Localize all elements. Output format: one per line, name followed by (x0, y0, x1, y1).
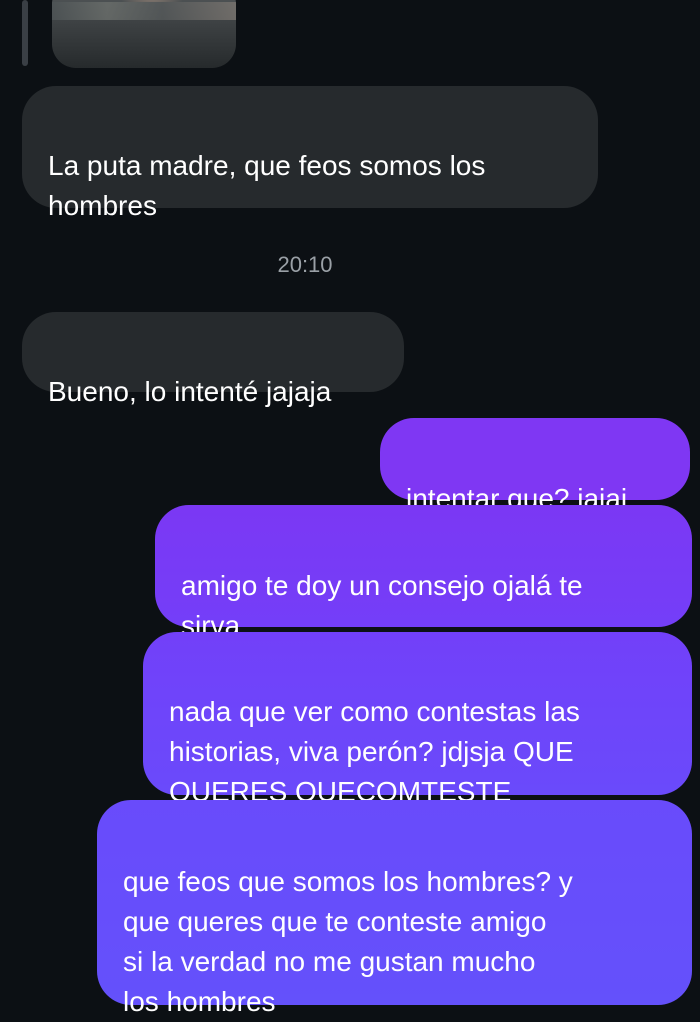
message-text: Bueno, lo intenté jajaja (48, 376, 332, 407)
message-bubble-sent[interactable]: intentar que? jajaj (380, 418, 690, 514)
message-text: amigo te doy un consejo ojalá te sirva (181, 570, 583, 641)
message-text: que feos que somos los hombres? y que qu… (123, 866, 573, 1017)
shared-story-image[interactable] (52, 0, 236, 68)
message-timestamp: 20:10 (277, 252, 333, 277)
message-bubble-received[interactable]: Bueno, lo intenté jajaja (22, 312, 404, 407)
message-text: nada que ver como contestas las historia… (169, 696, 580, 807)
message-bubble-sent[interactable]: nada que ver como contestas las historia… (143, 632, 692, 807)
message-bubble-received[interactable]: La puta madre, que feos somos los hombre… (22, 86, 598, 221)
message-bubble-sent[interactable]: que feos que somos los hombres? y que qu… (97, 800, 692, 1017)
message-bubble-sent[interactable]: amigo te doy un consejo ojalá te sirva (155, 505, 692, 641)
message-text: La puta madre, que feos somos los hombre… (48, 150, 486, 221)
image-detail (52, 2, 236, 20)
reply-indicator-bar (22, 0, 28, 66)
image-detail (122, 0, 182, 2)
